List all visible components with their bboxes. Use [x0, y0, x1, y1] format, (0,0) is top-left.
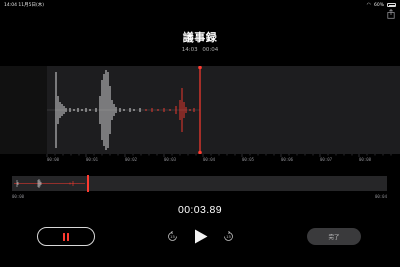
ruler-label: 00:04 [203, 157, 216, 162]
ruler-label: 00:08 [359, 157, 372, 162]
status-bar: 14:04 11月5日(木) ◠ 60% [0, 0, 400, 10]
recording-duration: 00:04 [202, 47, 219, 53]
skip-back-15-icon[interactable]: 15 [167, 231, 178, 242]
share-icon[interactable] [386, 9, 396, 19]
overview-scrubber[interactable] [12, 175, 387, 192]
waveform [47, 66, 202, 154]
overview-start-label: 00:00 [12, 194, 25, 199]
recording-meta: 14:03 00:04 [0, 47, 400, 53]
time-ruler: 00:00 00:01 00:02 00:03 00:04 00:05 00:0… [0, 154, 400, 166]
play-icon[interactable] [194, 229, 208, 244]
ruler-label: 00:06 [281, 157, 294, 162]
status-right: ◠ 60% [367, 2, 396, 8]
current-time: 00:03.89 [177, 204, 223, 216]
ruler-label: 00:02 [125, 157, 138, 162]
ruler-label: 00:07 [320, 157, 333, 162]
wifi-icon: ◠ [366, 2, 371, 8]
recording-start-time: 14:03 [181, 47, 198, 53]
recording-header: 議事録 14:03 00:04 [0, 29, 400, 53]
status-date: 11月5日(木) [18, 3, 45, 8]
overview-end-label: 00:04 [374, 194, 387, 199]
waveform-editor[interactable] [0, 66, 400, 154]
ruler-label: 00:00 [47, 157, 60, 162]
ruler-label: 00:05 [242, 157, 255, 162]
overview-waveform [14, 179, 85, 188]
pause-icon [62, 232, 70, 241]
svg-text:15: 15 [170, 234, 175, 239]
pause-recording-button[interactable] [37, 227, 95, 246]
overview-playhead[interactable] [87, 175, 89, 192]
svg-text:15: 15 [226, 234, 231, 239]
skip-forward-15-icon[interactable]: 15 [223, 231, 234, 242]
battery-icon [387, 3, 396, 7]
status-datetime: 14:04 11月5日(木) [4, 2, 44, 8]
done-button[interactable]: 完了 [307, 228, 361, 245]
ruler-label: 00:03 [164, 157, 177, 162]
status-time: 14:04 [4, 3, 17, 8]
ruler-label: 00:01 [86, 157, 99, 162]
battery-percent: 60% [373, 2, 384, 8]
ruler-ticks [46, 154, 392, 157]
recording-title[interactable]: 議事録 [0, 29, 400, 45]
